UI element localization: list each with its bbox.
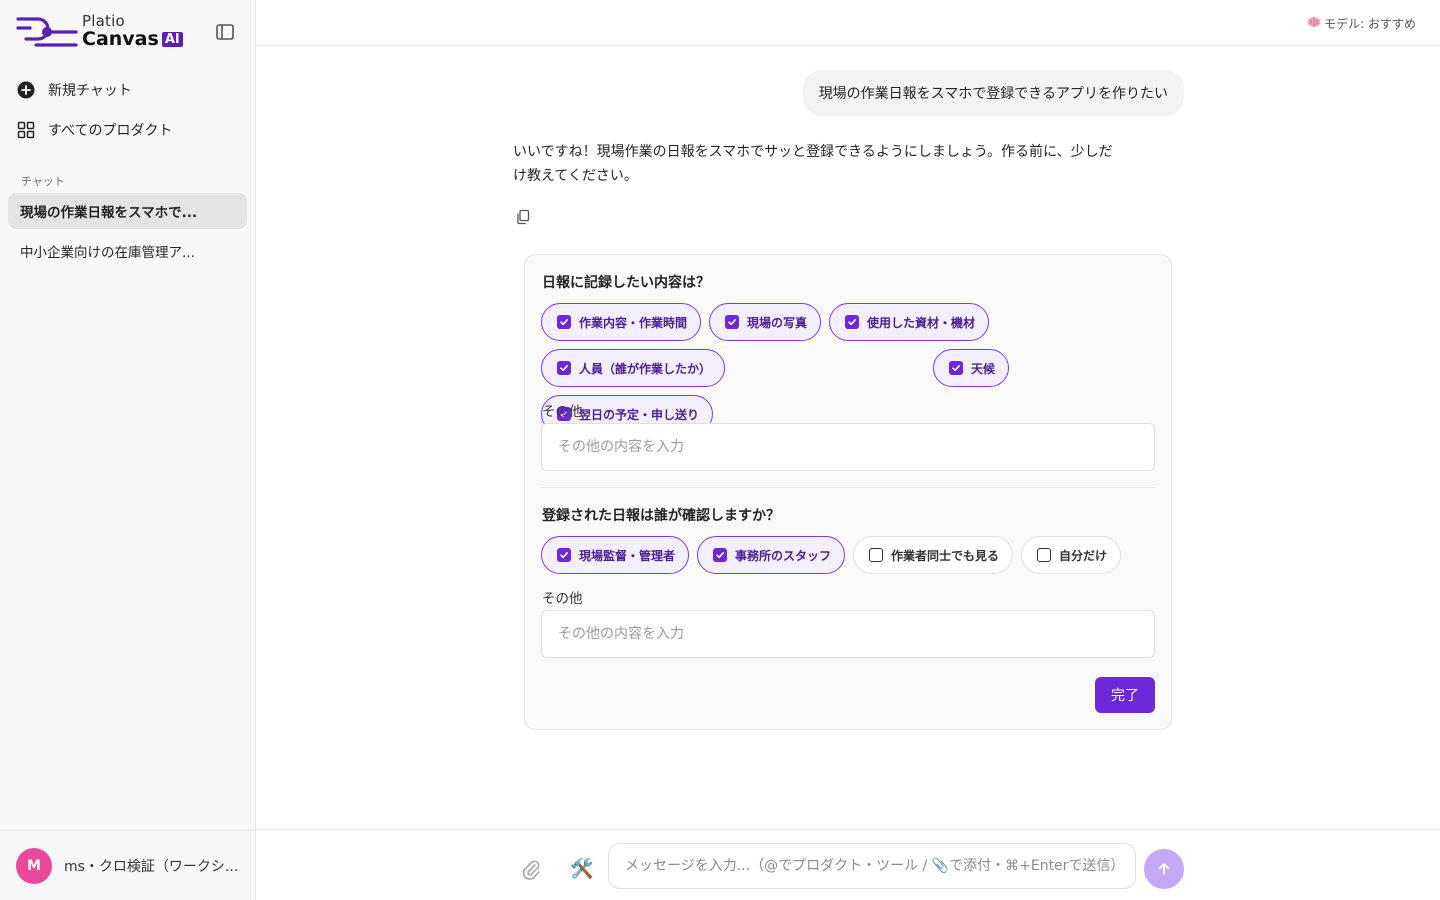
checkbox-checked-icon [949, 361, 964, 375]
model-label: モデル: おすすめ [1324, 17, 1416, 31]
sidebar-toggle-icon[interactable] [214, 21, 236, 43]
option-chip[interactable]: 天候 [933, 349, 1010, 387]
checkbox-checked-icon [725, 315, 740, 329]
checkbox-checked-icon [557, 315, 571, 329]
sidebar: Platio Canvas AI 新規チャット すべてのプロダクト チャット 現… [0, 0, 256, 900]
option-label: 現場の写真 [747, 315, 808, 330]
other-reviewer-input[interactable] [541, 610, 1155, 658]
option-chip[interactable]: 現場監督・管理者 [541, 536, 690, 574]
assistant-message: いいですね！現場作業の日報をスマホでサッと登録できるようにしましょう。作る前に、… [513, 144, 1113, 184]
all-products-label: すべてのプロダクト [48, 123, 173, 139]
user-name: ms・クロ検証（ワークシ... [64, 858, 239, 875]
brain-icon [1307, 16, 1321, 31]
other-label: その他 [542, 404, 583, 420]
option-label: 使用した資材・機材 [867, 315, 976, 330]
option-label: 翌日の予定・申し送り [579, 407, 700, 422]
checkbox-checked-icon [845, 315, 860, 329]
logo-ai-badge: AI [161, 32, 183, 47]
done-button[interactable]: 完了 [1095, 677, 1155, 713]
platio-canvas-logo[interactable]: Platio Canvas AI [16, 14, 183, 49]
question-title-content: 日報に記録したい内容は？ [542, 275, 710, 291]
model-selector[interactable]: モデル: おすすめ [1307, 15, 1416, 32]
tools-icon[interactable]: 🛠️ [570, 857, 594, 880]
other-label: その他 [542, 591, 583, 607]
checkbox-checked-icon [557, 548, 571, 562]
checkbox-unchecked-icon [869, 548, 884, 562]
chat-history-item-active[interactable]: 現場の作業日報をスマホで... [8, 193, 247, 229]
logo-small-text: Platio [82, 12, 125, 30]
question-form-card: 日報に記録したい内容は？ 作業内容・作業時間 現場の写真 使用した資材・機材 人… [524, 254, 1172, 730]
plus-circle-icon [16, 80, 36, 100]
other-content-input[interactable] [541, 423, 1155, 471]
chat-history-item[interactable]: 中小企業向けの在庫管理ア... [8, 233, 247, 269]
reviewer-options: 現場監督・管理者 事務所のスタッフ 作業者同士でも見る 自分だけ [541, 536, 1155, 574]
avatar: M [16, 847, 52, 884]
option-label: 人員（誰が作業したか） [579, 361, 712, 376]
option-chip[interactable]: 事務所のスタッフ [697, 536, 846, 574]
option-chip[interactable]: 作業内容・作業時間 [541, 303, 702, 341]
option-label: 事務所のスタッフ [735, 548, 832, 563]
grid-icon [16, 120, 36, 140]
option-chip[interactable]: 作業者同士でも見る [853, 536, 1014, 574]
paperclip-icon[interactable] [520, 858, 542, 880]
copy-icon[interactable] [515, 209, 531, 225]
option-label: 作業内容・作業時間 [579, 315, 688, 330]
message-composer: 🛠️ [256, 829, 1440, 900]
option-label: 自分だけ [1059, 548, 1108, 563]
checkbox-unchecked-icon [1037, 548, 1052, 562]
chat-section-label: チャット [21, 175, 65, 188]
option-label: 現場監督・管理者 [579, 548, 676, 563]
option-chip[interactable]: 自分だけ [1021, 536, 1122, 574]
send-button[interactable] [1144, 849, 1184, 889]
logo-mark-icon [16, 16, 78, 47]
user-account-menu[interactable]: M ms・クロ検証（ワークシ... [0, 830, 256, 900]
divider [541, 487, 1155, 488]
all-products-button[interactable]: すべてのプロダクト [16, 120, 172, 140]
option-chip[interactable]: 人員（誰が作業したか） [541, 349, 726, 387]
user-message-bubble: 現場の作業日報をスマホで登録できるアプリを作りたい [802, 70, 1184, 116]
logo-big-text: Canvas [82, 28, 159, 50]
checkbox-checked-icon [713, 548, 728, 562]
content-options: 作業内容・作業時間 現場の写真 使用した資材・機材 人員（誰が作業したか） 天候… [541, 303, 1155, 433]
question-title-reviewer: 登録された日報は誰が確認しますか？ [542, 508, 780, 524]
option-label: 天候 [971, 361, 996, 376]
checkbox-checked-icon [557, 361, 571, 375]
option-chip[interactable]: 使用した資材・機材 [829, 303, 990, 341]
option-label: 作業者同士でも見る [891, 548, 1000, 563]
new-chat-button[interactable]: 新規チャット [16, 80, 132, 100]
arrow-up-icon [1158, 863, 1170, 875]
top-bar: モデル: おすすめ [256, 0, 1440, 46]
option-chip[interactable]: 現場の写真 [709, 303, 822, 341]
new-chat-label: 新規チャット [48, 83, 132, 99]
message-input[interactable] [608, 843, 1136, 889]
